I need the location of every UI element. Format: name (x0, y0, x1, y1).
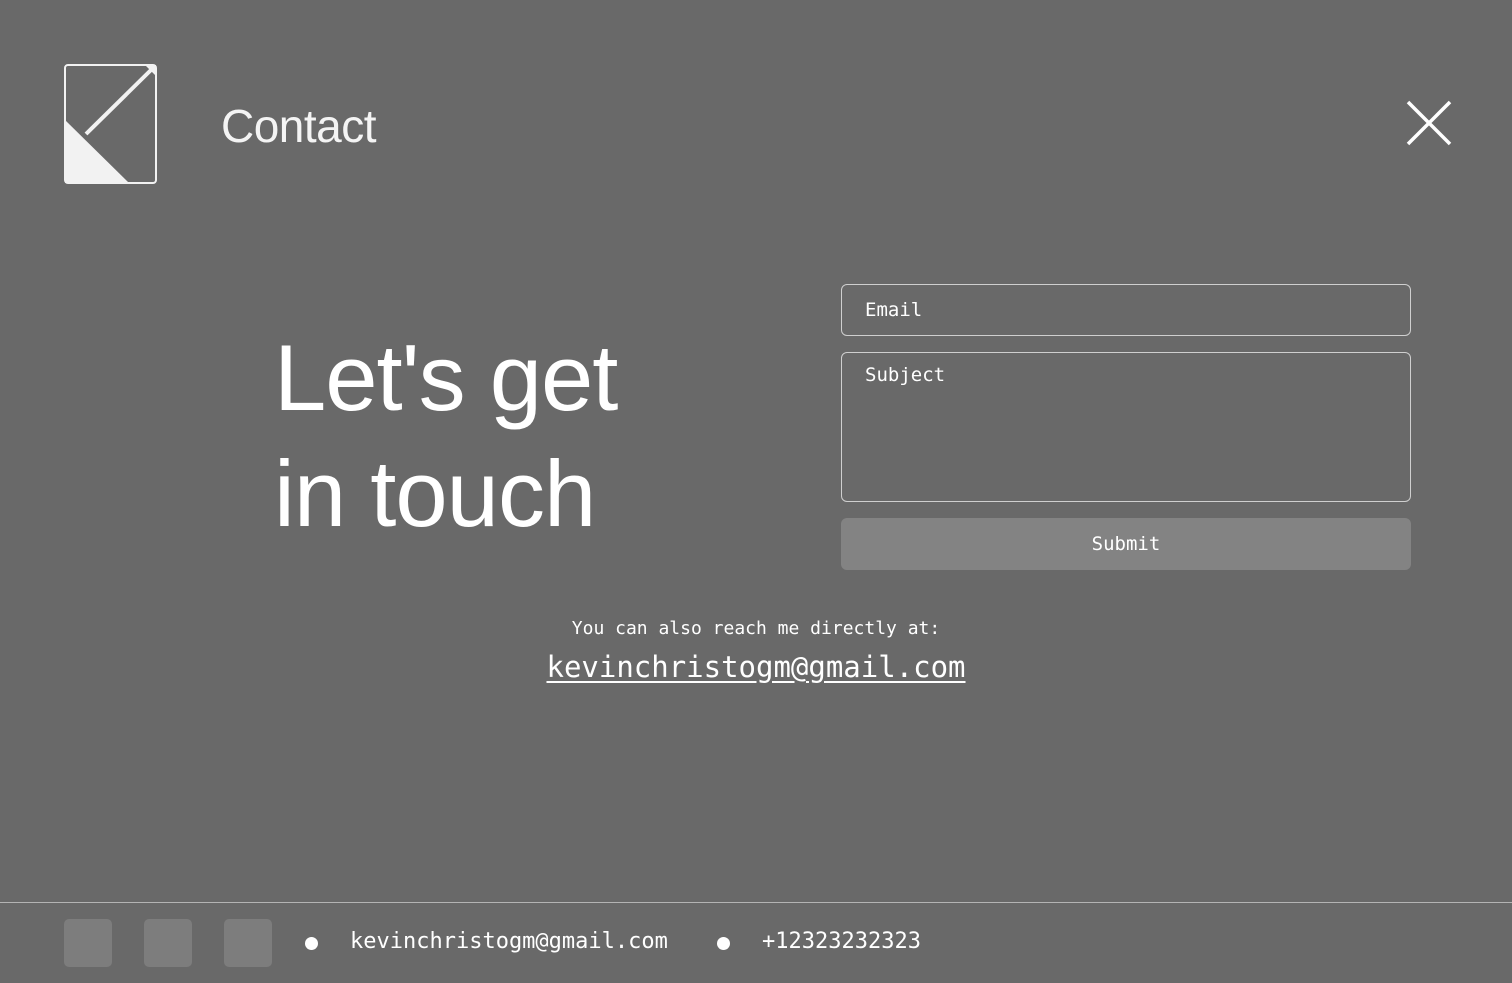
page-title: Contact (221, 100, 377, 152)
social-link-3[interactable] (224, 919, 272, 967)
close-icon (1406, 100, 1452, 146)
direct-contact-text: You can also reach me directly at: (571, 618, 941, 639)
bullet-dot-icon (305, 937, 318, 950)
subject-field[interactable] (841, 352, 1411, 502)
hero-line-1: Let's get (274, 325, 618, 430)
footer-phone[interactable]: +12323232323 (762, 925, 921, 959)
social-link-2[interactable] (144, 919, 192, 967)
footer: kevinchristogm@gmail.com +12323232323 (0, 902, 1512, 983)
submit-button[interactable]: Submit (841, 518, 1411, 570)
bullet-dot-icon (717, 937, 730, 950)
hero-headline: Let's get in touch (274, 320, 618, 552)
brand-logo-icon[interactable] (64, 64, 157, 184)
email-field[interactable] (841, 284, 1411, 336)
social-link-1[interactable] (64, 919, 112, 967)
hero-line-2: in touch (274, 441, 596, 546)
close-button[interactable] (1404, 98, 1454, 148)
footer-email[interactable]: kevinchristogm@gmail.com (350, 925, 668, 959)
direct-contact-container: kevinchristogm@gmail.com (0, 650, 1512, 684)
direct-email-link[interactable]: kevinchristogm@gmail.com (546, 650, 965, 684)
